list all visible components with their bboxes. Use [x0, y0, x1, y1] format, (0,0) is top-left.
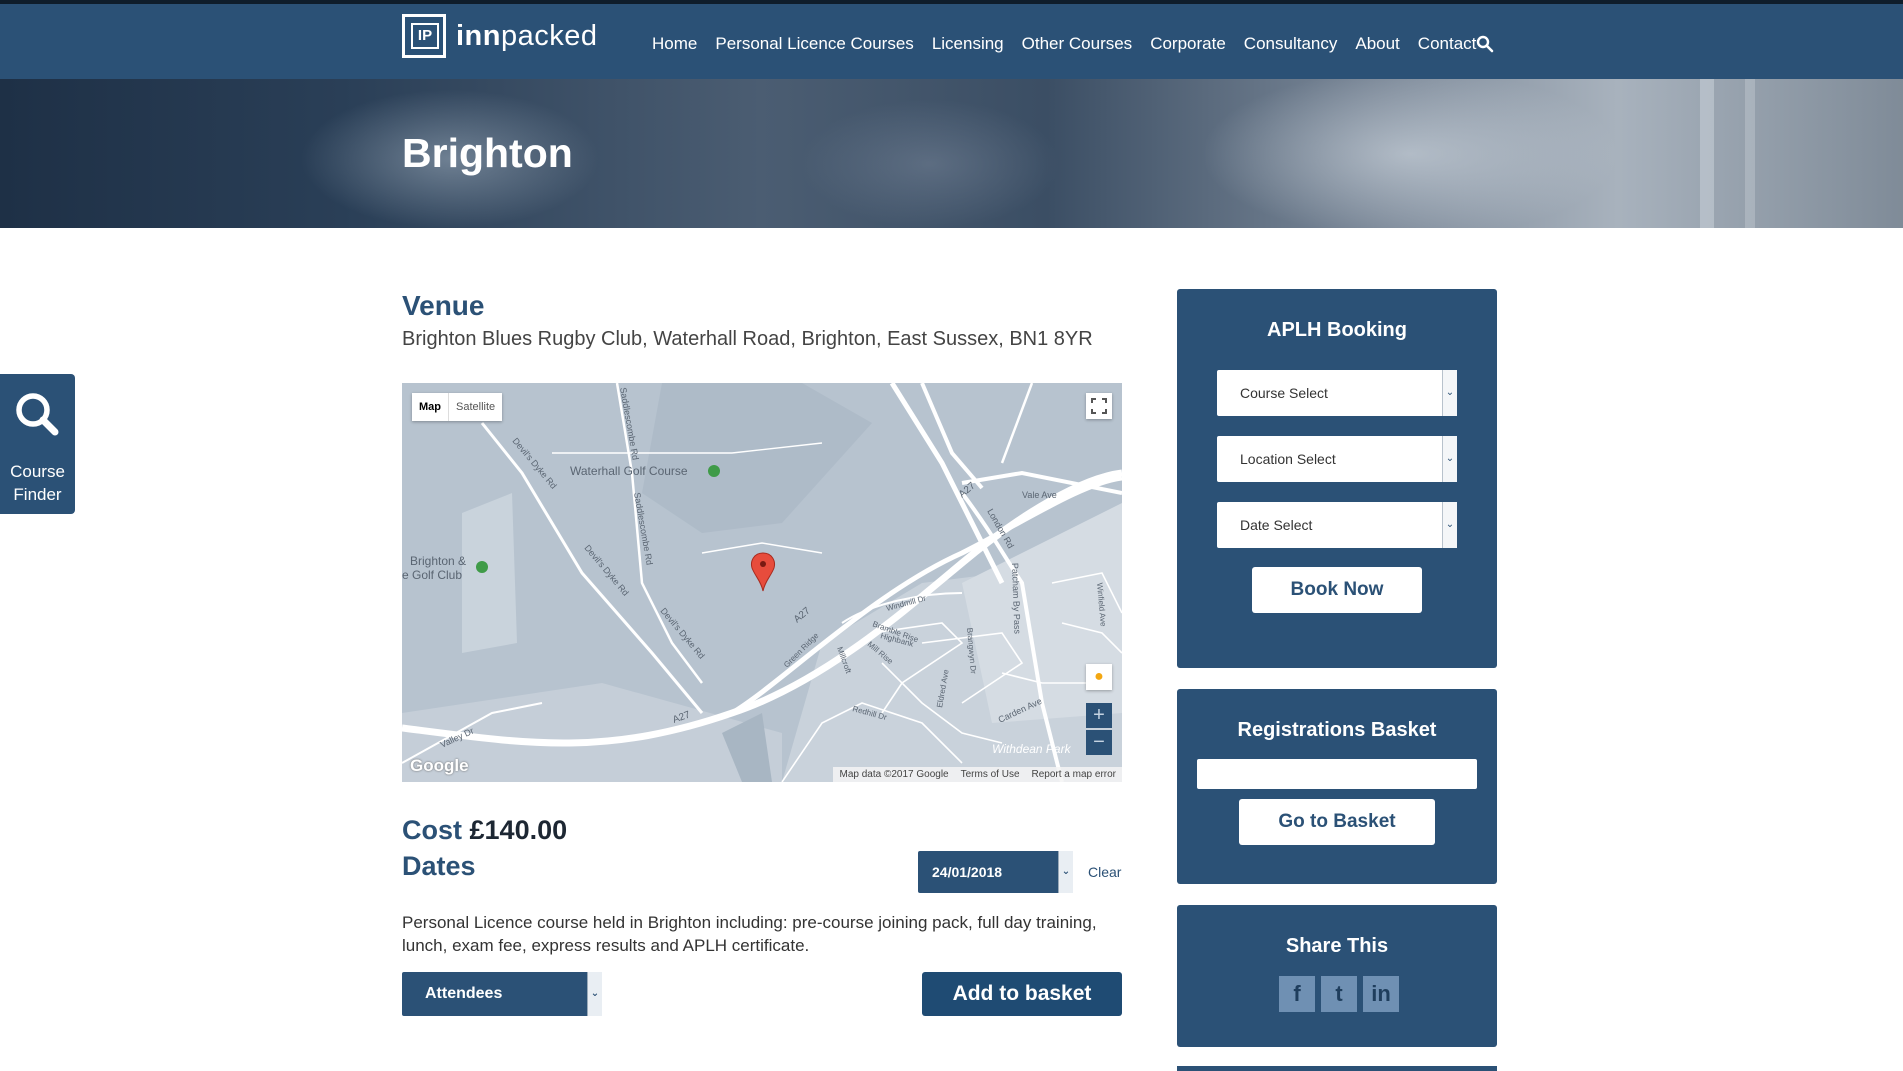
fullscreen-icon — [1091, 398, 1107, 414]
course-select-value: Course Select — [1240, 385, 1328, 401]
map-type-control: Map Satellite — [412, 393, 503, 421]
hero-bg-shape — [1745, 79, 1755, 228]
nav-home[interactable]: Home — [652, 34, 697, 54]
course-finder-label: Course Finder — [0, 460, 75, 506]
zoom-in-button[interactable]: + — [1086, 703, 1112, 728]
course-cost: Cost £140.00 — [402, 815, 567, 846]
map-attribution: Map data ©2017 Google Terms of Use Repor… — [833, 767, 1122, 782]
map-label-brighton-golf: Brighton & — [410, 554, 466, 568]
hero-banner — [0, 79, 1903, 228]
course-select[interactable]: Course Select ⌄ — [1217, 370, 1457, 416]
cost-label: Cost — [402, 815, 462, 845]
share-panel: Share This f t in — [1177, 905, 1497, 1047]
nav-contact[interactable]: Contact — [1418, 34, 1477, 54]
venue-map[interactable]: Waterhall Golf Course Brighton & e Golf … — [402, 383, 1122, 782]
basket-contents — [1197, 759, 1477, 789]
course-finder-tab[interactable]: Course Finder — [0, 374, 75, 514]
basket-panel-title: Registrations Basket — [1237, 719, 1437, 741]
zoom-out-button[interactable]: − — [1086, 730, 1112, 755]
aplh-booking-panel: APLH Booking Course Select ⌄ Location Se… — [1177, 289, 1497, 668]
map-label-vale-ave: Vale Ave — [1022, 490, 1057, 500]
booking-panel-title: APLH Booking — [1267, 319, 1407, 341]
site-header: IP innpacked Home Personal Licence Cours… — [0, 4, 1903, 79]
hero-bg-shape — [800, 99, 1060, 228]
fullscreen-button[interactable] — [1086, 393, 1112, 419]
logo-wordmark: innpacked — [456, 20, 598, 53]
share-panel-title: Share This — [1285, 935, 1389, 957]
book-now-button[interactable]: Book Now — [1252, 567, 1422, 613]
chevron-down-icon: ⌄ — [1442, 370, 1457, 416]
location-select[interactable]: Location Select ⌄ — [1217, 436, 1457, 482]
course-finder-label-line1: Course — [10, 462, 65, 481]
attendees-dropdown[interactable]: Attendees ⌄ — [402, 972, 602, 1016]
go-to-basket-button[interactable]: Go to Basket — [1239, 799, 1435, 845]
map-type-map-button[interactable]: Map — [412, 393, 448, 421]
cost-value: £140.00 — [469, 815, 568, 845]
nav-consultancy[interactable]: Consultancy — [1244, 34, 1338, 54]
nav-other-courses[interactable]: Other Courses — [1022, 34, 1133, 54]
terms-of-use-link[interactable]: Terms of Use — [961, 769, 1020, 780]
chevron-down-icon: ⌄ — [1442, 436, 1457, 482]
nav-about[interactable]: About — [1355, 34, 1399, 54]
venue-heading: Venue — [402, 290, 485, 321]
map-label-withdean: Withdean Park — [992, 742, 1072, 756]
nav-corporate[interactable]: Corporate — [1150, 34, 1226, 54]
chevron-down-icon: ⌄ — [587, 972, 602, 1016]
google-logo: Google — [410, 756, 469, 775]
linkedin-icon[interactable]: in — [1363, 976, 1399, 1012]
attendees-dropdown-value: Attendees — [425, 985, 503, 1002]
chevron-down-icon: ⌄ — [1058, 851, 1073, 893]
hero-bg-shape — [1700, 79, 1714, 228]
logo-mark: IP — [402, 14, 446, 58]
site-logo[interactable]: IP innpacked — [402, 14, 598, 58]
venue-address: Brighton Blues Rugby Club, Waterhall Roa… — [402, 328, 1093, 350]
dates-heading: Dates — [402, 851, 476, 881]
date-dropdown[interactable]: 24/01/2018 ⌄ — [918, 851, 1073, 893]
date-select[interactable]: Date Select ⌄ — [1217, 502, 1457, 548]
hero-bg-shape — [1200, 79, 1620, 228]
clear-date-link[interactable]: Clear — [1088, 864, 1121, 880]
map-label-waterhall: Waterhall Golf Course — [570, 464, 688, 478]
course-finder-label-line2: Finder — [13, 485, 62, 504]
main-nav: Home Personal Licence Courses Licensing … — [652, 34, 1494, 54]
add-to-basket-button[interactable]: Add to basket — [922, 972, 1122, 1016]
map-data-text: Map data ©2017 Google — [839, 769, 949, 780]
chevron-down-icon: ⌄ — [1442, 502, 1457, 548]
date-dropdown-value: 24/01/2018 — [932, 864, 1003, 880]
report-map-error-link[interactable]: Report a map error — [1032, 769, 1116, 780]
logo-wordmark-rest: packed — [501, 19, 598, 52]
location-select-value: Location Select — [1240, 451, 1336, 467]
search-icon — [16, 393, 59, 436]
search-icon[interactable] — [1476, 35, 1494, 53]
twitter-icon[interactable]: t — [1321, 976, 1357, 1012]
next-panel-edge — [1177, 1066, 1497, 1071]
share-icons: f t in — [1279, 976, 1399, 1012]
map-label-brighton-golf: e Golf Club — [402, 568, 462, 582]
facebook-icon[interactable]: f — [1279, 976, 1315, 1012]
logo-mark-text: IP — [411, 23, 439, 49]
map-canvas[interactable]: Waterhall Golf Course Brighton & e Golf … — [402, 383, 1122, 782]
pegman-icon[interactable]: ● — [1086, 664, 1112, 690]
course-description: Personal Licence course held in Brighton… — [402, 913, 1097, 955]
nav-licensing[interactable]: Licensing — [932, 34, 1004, 54]
registrations-basket-panel: Registrations Basket Go to Basket — [1177, 689, 1497, 884]
nav-personal-licence-courses[interactable]: Personal Licence Courses — [715, 34, 913, 54]
date-select-value: Date Select — [1240, 517, 1313, 533]
logo-wordmark-bold: inn — [456, 19, 501, 52]
page-title: Brighton — [402, 130, 573, 176]
map-type-satellite-button[interactable]: Satellite — [448, 393, 502, 421]
